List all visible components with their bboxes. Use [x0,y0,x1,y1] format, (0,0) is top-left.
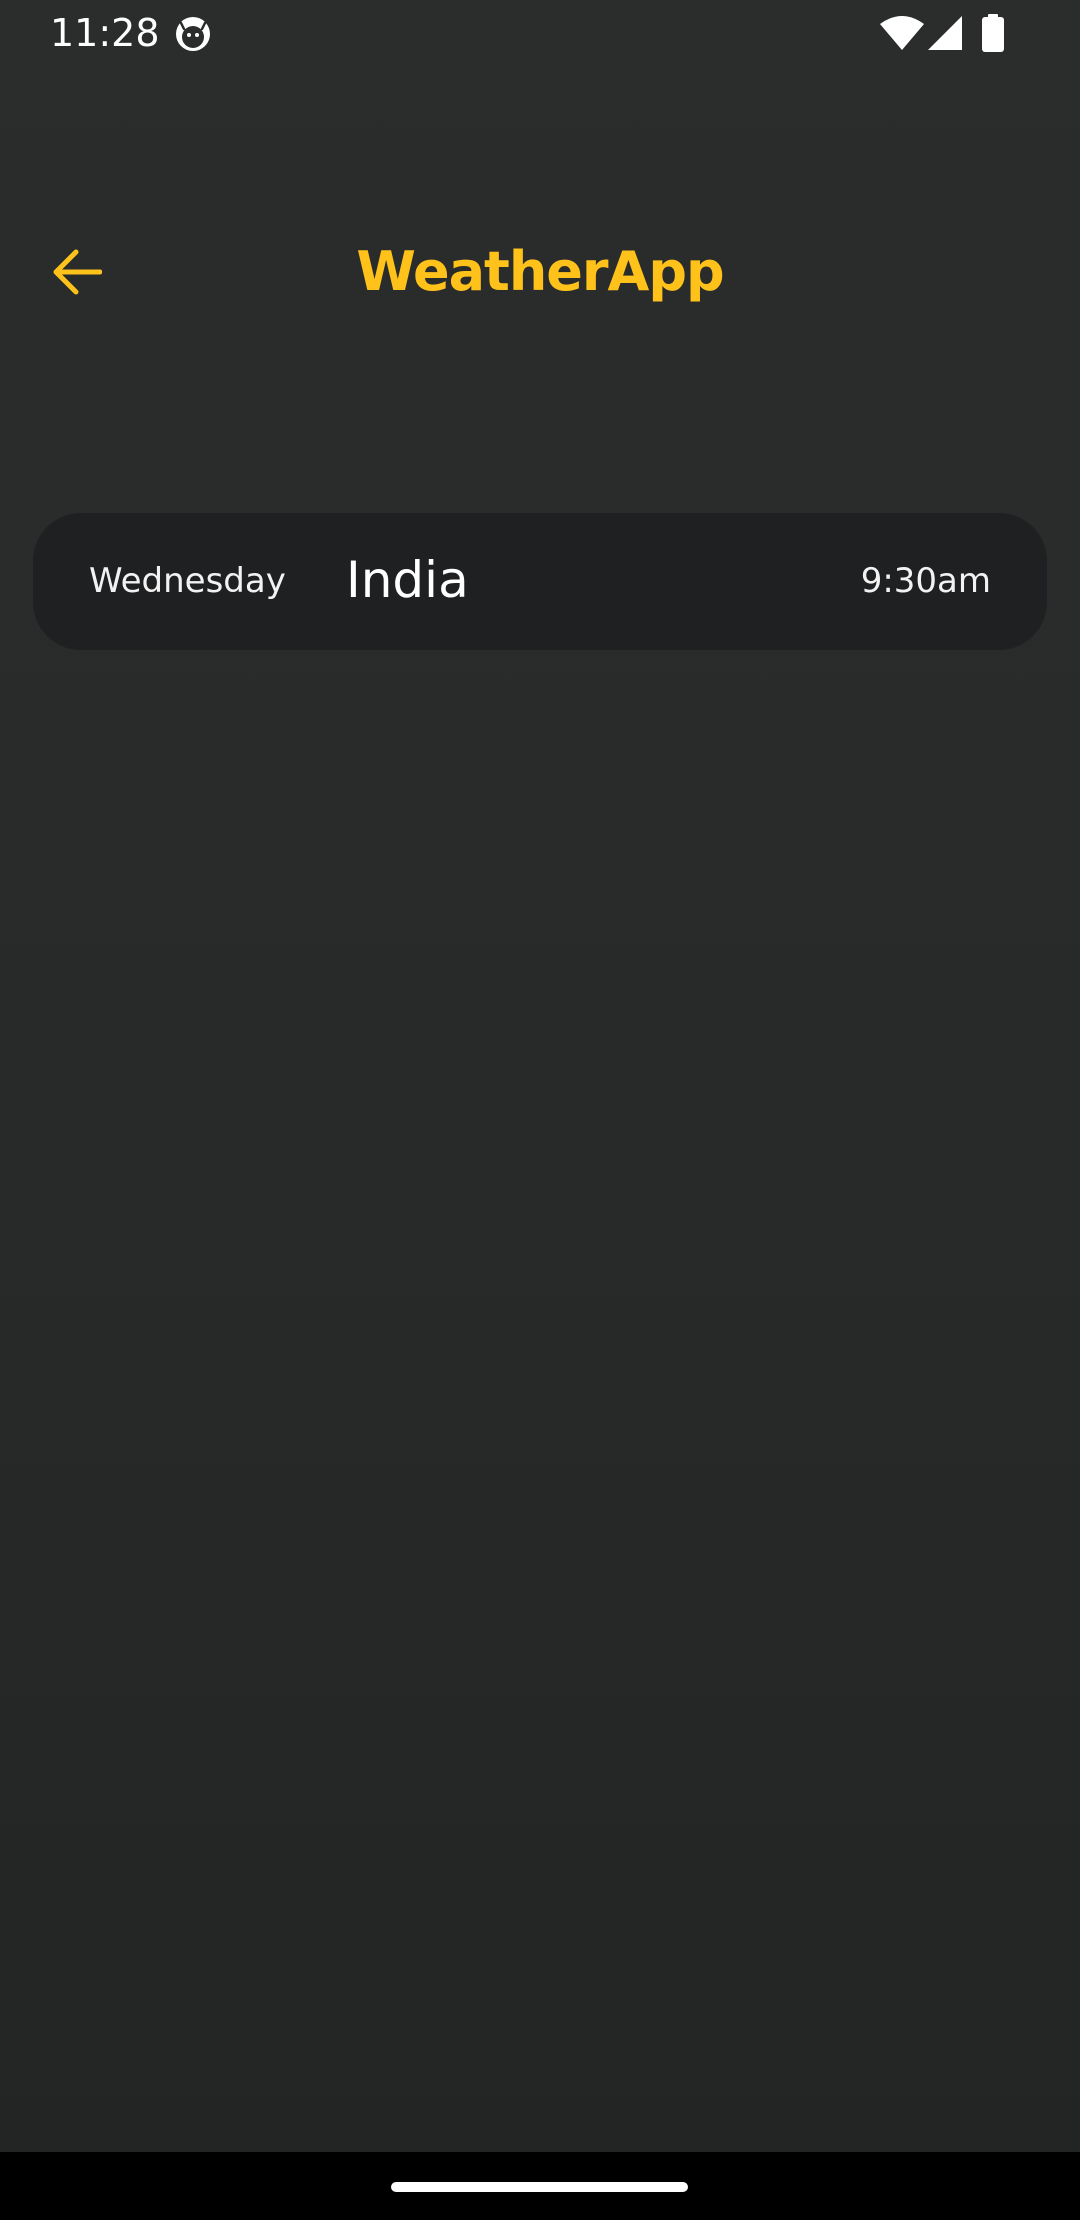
city-card-country: India [346,551,469,609]
city-card[interactable]: Wednesday India 9:30am [33,513,1047,650]
wifi-icon [880,16,924,50]
status-time: 11:28 [50,11,160,55]
battery-icon [982,14,1004,52]
navigation-bar [0,2152,1080,2220]
android-face-icon [174,15,212,53]
city-card-time: 9:30am [860,561,991,601]
app-screen: 11:28 WeatherApp Wednesday India 9:30am [0,0,1080,2152]
app-title: WeatherApp [356,240,724,303]
home-gesture-handle[interactable] [391,2182,688,2192]
app-bar: WeatherApp [0,222,1080,322]
cell-signal-icon [928,16,962,50]
city-card-day: Wednesday [89,561,286,601]
status-bar: 11:28 [0,0,1080,66]
